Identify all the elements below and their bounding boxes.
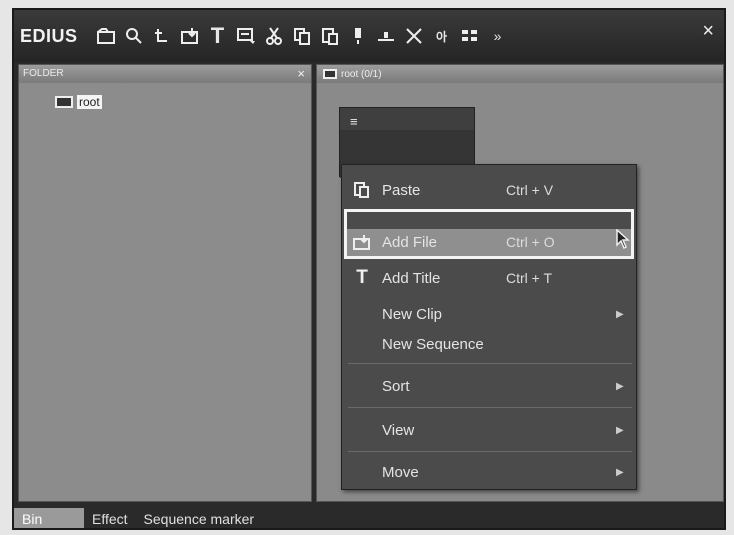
menu-item-add-file[interactable]: Add File Ctrl + O — [342, 227, 636, 257]
add-file-icon — [342, 234, 382, 250]
folder-pane-header: FOLDER × — [19, 65, 311, 83]
menu-item-sort[interactable]: Sort ▶ — [342, 371, 636, 401]
clip-pane-header: root (0/1) — [317, 65, 723, 83]
bottom-tabs: Bin Effect Sequence marker — [14, 504, 724, 528]
menu-item-label: Paste — [382, 181, 421, 199]
add-to-timeline-icon[interactable] — [372, 22, 400, 50]
tree-item-root-label: root — [77, 95, 102, 109]
tab-bin[interactable]: Bin — [14, 508, 84, 528]
menu-item-shortcut: Ctrl + O — [506, 234, 555, 250]
clip-pane-title: root (0/1) — [341, 68, 382, 80]
menu-item-view[interactable]: View ▶ — [342, 415, 636, 445]
new-sequence-icon[interactable] — [232, 22, 260, 50]
submenu-arrow-icon: ▶ — [616, 308, 624, 320]
folder-pane-title: FOLDER — [23, 68, 64, 79]
tab-sequence-marker[interactable]: Sequence marker — [136, 508, 263, 528]
menu-item-new-sequence[interactable]: New Sequence — [342, 329, 636, 359]
menu-item-move[interactable]: Move ▶ — [342, 457, 636, 487]
toolbar: EDIUS T 아 » × — [14, 10, 724, 62]
up-icon[interactable] — [148, 22, 176, 50]
paste-icon[interactable] — [316, 22, 344, 50]
folder-icon — [323, 69, 337, 79]
properties-icon[interactable]: 아 — [428, 22, 456, 50]
view-icon[interactable] — [456, 22, 484, 50]
paste-icon — [342, 182, 382, 198]
add-title-icon[interactable]: T — [204, 22, 232, 50]
menu-item-paste[interactable]: Paste Ctrl + V — [342, 175, 636, 205]
more-icon[interactable]: » — [484, 22, 512, 50]
search-icon[interactable] — [120, 22, 148, 50]
menu-item-new-clip[interactable]: New Clip ▶ — [342, 299, 636, 329]
folder-icon — [55, 96, 73, 108]
new-folder-icon[interactable] — [92, 22, 120, 50]
mouse-cursor-icon — [616, 228, 630, 254]
cut-icon[interactable] — [260, 22, 288, 50]
context-menu: Paste Ctrl + V Add File Ctrl + O T Add T… — [341, 164, 637, 490]
menu-separator — [348, 363, 632, 364]
menu-item-label: View — [382, 421, 415, 439]
menu-item-shortcut: Ctrl + T — [506, 270, 553, 286]
submenu-arrow-icon: ▶ — [616, 380, 624, 392]
tree-item-root[interactable]: root — [55, 95, 102, 109]
menu-item-shortcut: Ctrl + V — [506, 182, 554, 198]
copy-icon[interactable] — [288, 22, 316, 50]
menu-item-label: New Sequence — [382, 335, 484, 353]
tab-effect[interactable]: Effect — [84, 508, 136, 528]
add-to-player-icon[interactable] — [344, 22, 372, 50]
menu-item-add-title[interactable]: T Add Title Ctrl + T — [342, 263, 636, 293]
submenu-arrow-icon: ▶ — [616, 466, 624, 478]
add-title-icon: T — [356, 267, 368, 288]
app-title: EDIUS — [20, 25, 78, 46]
folder-pane: FOLDER × root — [18, 64, 312, 502]
close-icon[interactable]: × — [702, 20, 714, 43]
menu-separator — [348, 407, 632, 408]
delete-icon[interactable] — [400, 22, 428, 50]
add-file-icon[interactable] — [176, 22, 204, 50]
menu-item-label: New Clip — [382, 305, 443, 323]
submenu-arrow-icon: ▶ — [616, 424, 624, 436]
menu-item-label: Add File — [382, 233, 438, 251]
folder-pane-close-icon[interactable]: × — [297, 65, 305, 83]
sequence-icon: ≡ — [350, 114, 358, 129]
menu-item-label: Add Title — [382, 269, 441, 287]
menu-item-label: Move — [382, 463, 419, 481]
menu-item-label: Sort — [382, 377, 410, 395]
menu-separator — [348, 451, 632, 452]
